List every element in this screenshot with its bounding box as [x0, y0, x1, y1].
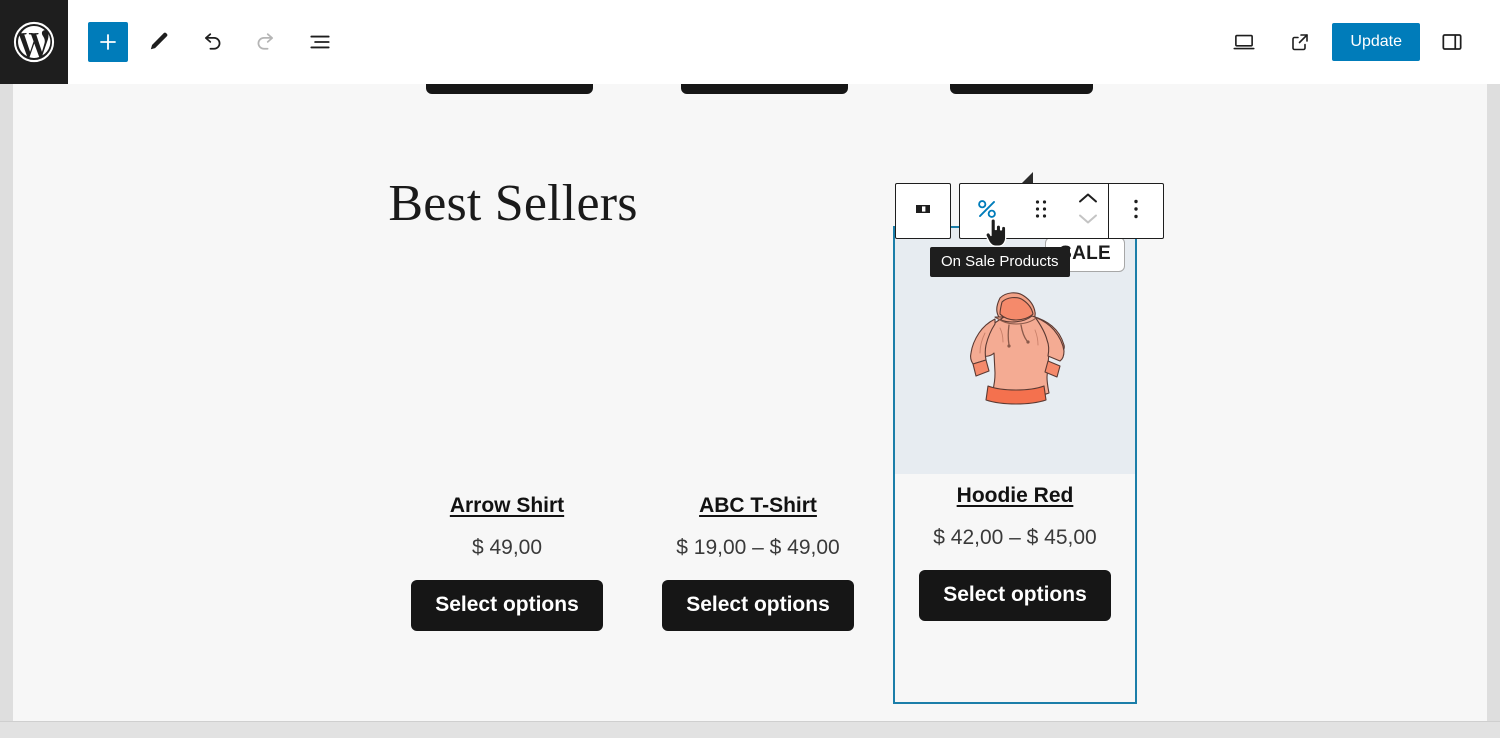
editor-app: Update Best Sellers Arrow Shirt $ 49,00 … [0, 0, 1500, 738]
update-button[interactable]: Update [1332, 23, 1420, 61]
product-price: $ 42,00 – $ 45,00 [933, 526, 1097, 549]
sidebar-panel-icon [1442, 34, 1462, 50]
columns-block-icon [911, 197, 935, 226]
tooltip-content: On Sale Products [930, 247, 1070, 277]
post-canvas: Best Sellers Arrow Shirt $ 49,00 Select … [13, 84, 1487, 721]
block-actions-group [959, 183, 1164, 239]
canvas-edge-right [1487, 84, 1500, 738]
product-card[interactable]: Arrow Shirt $ 49,00 Select options [386, 234, 628, 631]
header-left-tools [68, 18, 344, 66]
undo-arrow-icon [204, 33, 221, 50]
drag-handle-button[interactable] [1014, 184, 1068, 238]
wordpress-logo-button[interactable] [0, 0, 68, 84]
select-options-button[interactable]: Select options [411, 580, 603, 631]
plus-icon [100, 34, 116, 50]
page-title: Best Sellers [388, 175, 638, 232]
preview-new-tab-button[interactable] [1276, 18, 1324, 66]
product-title-link[interactable]: Hoodie Red [957, 484, 1074, 508]
redo-button[interactable] [242, 18, 290, 66]
drag-handle-icon [1033, 198, 1049, 225]
red-hoodie-illustration [940, 273, 1090, 423]
previous-row-buttons [13, 84, 1487, 106]
document-overview-button[interactable] [296, 18, 344, 66]
move-block-buttons[interactable] [1068, 184, 1108, 238]
external-link-icon [1292, 34, 1309, 51]
tools-edit-button[interactable] [134, 18, 182, 66]
add-block-button[interactable] [88, 22, 128, 62]
product-title-link[interactable]: ABC T-Shirt [699, 494, 817, 518]
product-price: $ 19,00 – $ 49,00 [676, 536, 840, 559]
previous-row-button[interactable] [681, 84, 848, 94]
pencil-icon [150, 32, 168, 50]
percent-icon [974, 196, 1000, 227]
previous-row-button[interactable] [426, 84, 593, 94]
canvas-edge-bottom [0, 721, 1500, 738]
product-price: $ 49,00 [471, 536, 543, 559]
kebab-menu-icon [1133, 198, 1139, 225]
block-toolbar [895, 183, 1164, 239]
wordpress-logo-icon [12, 20, 56, 64]
list-view-icon [310, 35, 330, 49]
block-options-button[interactable] [1109, 184, 1163, 238]
product-card[interactable]: ABC T-Shirt $ 19,00 – $ 49,00 Select opt… [637, 234, 879, 631]
editor-header: Update [0, 0, 1500, 84]
desktop-preview-icon [1233, 34, 1255, 50]
select-options-button[interactable]: Select options [919, 570, 1111, 621]
product-card-selected[interactable]: SALE Hoodie Red $ 42,00 – $ 45,00 Select… [893, 226, 1137, 704]
product-image-placeholder [637, 234, 879, 484]
select-options-button[interactable]: Select options [662, 580, 854, 631]
previous-row-button[interactable] [950, 84, 1093, 94]
undo-button[interactable] [188, 18, 236, 66]
parent-block-group [895, 183, 951, 239]
settings-sidebar-button[interactable] [1428, 18, 1476, 66]
select-parent-block-button[interactable] [896, 184, 950, 238]
redo-arrow-icon [257, 33, 274, 50]
move-up-icon[interactable] [1077, 191, 1099, 210]
view-preview-button[interactable] [1220, 18, 1268, 66]
header-right-tools: Update [1220, 18, 1500, 66]
product-image-placeholder [386, 234, 628, 484]
product-grid: Arrow Shirt $ 49,00 Select options ABC T… [13, 226, 1487, 714]
move-down-icon[interactable] [1077, 212, 1099, 231]
product-title-link[interactable]: Arrow Shirt [450, 494, 564, 518]
block-type-button[interactable] [960, 184, 1014, 238]
canvas-edge-left [0, 84, 13, 738]
